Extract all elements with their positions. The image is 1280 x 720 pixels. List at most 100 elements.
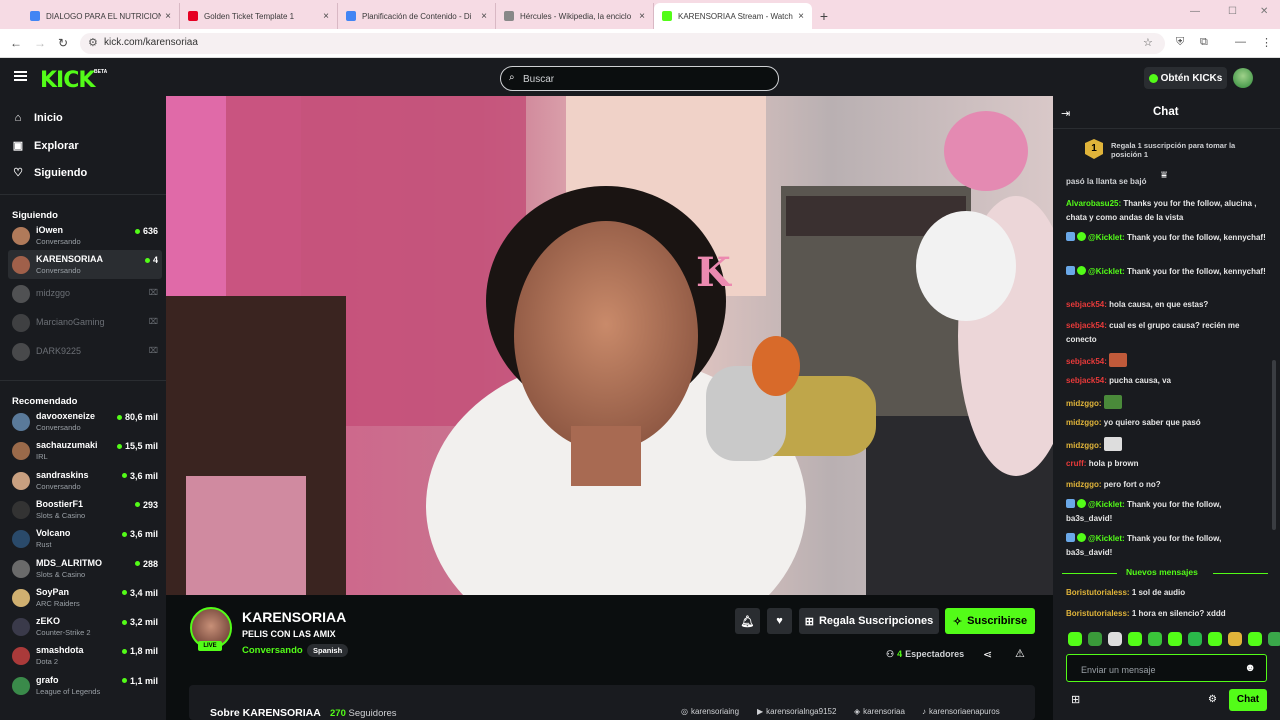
quick-emote-icon[interactable] [1228,632,1242,646]
chat-username[interactable]: @Kicklet: [1088,233,1125,242]
close-window-icon[interactable]: ✕ [1260,6,1268,17]
forward-icon[interactable]: → [34,36,46,50]
chat-message[interactable]: midzggo: [1066,395,1268,411]
chat-message[interactable]: midzggo: [1066,437,1268,453]
quick-emote-icon[interactable] [1148,632,1162,646]
follow-heart-button[interactable]: ♥ [767,608,792,634]
close-tab-icon[interactable]: × [639,11,645,22]
sidebar-recommended-volcano[interactable]: Volcano Rust 3,6 mil [8,524,162,553]
chat-username[interactable]: Boristutorialess: [1066,609,1130,618]
kick-logo[interactable]: KICK [40,68,95,93]
collapse-chat-icon[interactable]: ⇥ [1061,107,1070,120]
chat-username[interactable]: @Kicklet: [1088,534,1125,543]
close-tab-icon[interactable]: × [481,11,487,22]
chat-gift-icon[interactable]: ⊞ [1071,693,1080,706]
chat-message[interactable]: Boristutorialess: 1 hora en silencio? xd… [1066,607,1268,621]
hamburger-icon[interactable] [14,71,27,81]
chat-username[interactable]: sebjack54: [1066,376,1107,385]
browser-tab[interactable]: DIALOGO PARA EL NUTRICIONI × [22,3,180,29]
quick-emote-icon[interactable] [1188,632,1202,646]
chat-username[interactable]: midzggo: [1066,418,1102,427]
chat-message[interactable]: midzggo: yo quiero saber que pasó [1066,416,1268,430]
quick-emote-icon[interactable] [1088,632,1102,646]
chat-message[interactable]: @Kicklet: Thank you for the follow, ba3s… [1066,532,1268,559]
quick-emote-icon[interactable] [1128,632,1142,646]
quick-emote-icon[interactable] [1248,632,1262,646]
search-input[interactable]: ⌕ Buscar [500,66,779,91]
close-tab-icon[interactable]: × [798,11,804,22]
chat-message[interactable]: @Kicklet: Thank you for the follow, ba3s… [1066,498,1268,525]
quick-emote-icon[interactable] [1068,632,1082,646]
social-link-discord[interactable]: ◈ karensoriaa [854,707,905,716]
chat-message[interactable]: sebjack54: pucha causa, va [1066,374,1268,388]
channel-name[interactable]: KARENSORIAA [242,609,346,625]
minimize-icon[interactable]: — [1190,6,1200,17]
shield-icon[interactable]: ⛨ [1176,36,1184,49]
social-link-tiktok[interactable]: ♪ karensoriaenapuros [922,707,1000,716]
quick-emote-icon[interactable] [1268,632,1280,646]
bookmark-star-icon[interactable]: ☆ [1143,36,1153,49]
chat-username[interactable]: midzggo: [1066,441,1102,450]
chat-message[interactable]: cruff: hola p brown [1066,457,1268,471]
reload-icon[interactable]: ↻ [58,36,68,50]
sidebar-channel-karensoriaa[interactable]: KARENSORIAA Conversando 4 [8,250,162,279]
chat-username[interactable]: @Kicklet: [1088,500,1125,509]
browser-tab[interactable]: Hércules - Wikipedia, la enciclo × [496,3,654,29]
chat-username[interactable]: midzggo: [1066,480,1102,489]
chat-message[interactable]: sebjack54: hola causa, en que estas? [1066,298,1268,312]
sidebar-recommended-smashdota[interactable]: smashdota Dota 2 1,8 mil [8,641,162,670]
new-tab-icon[interactable]: + [812,3,836,29]
close-tab-icon[interactable]: × [323,11,329,22]
browser-tab[interactable]: Golden Ticket Template 1 × [180,3,338,29]
social-link-youtube[interactable]: ▶ karensorialnga9152 [757,707,836,716]
chat-message[interactable]: sebjack54: [1066,353,1268,369]
share-icon[interactable]: ⋖ [983,648,992,661]
chat-username[interactable]: sebjack54: [1066,357,1107,366]
subscribe-button[interactable]: ✧ Suscribirse [945,608,1035,634]
sidebar-recommended-mds_alritmo[interactable]: MDS_ALRITMO Slots & Casino 288 [8,554,162,583]
new-messages-divider[interactable]: Nuevos mensajes [1062,566,1268,580]
chat-message[interactable]: @Kicklet: Thank you for the follow, kenn… [1066,231,1268,245]
emoji-picker-icon[interactable]: ☻ [1244,662,1256,674]
chat-message[interactable]: Alvarobasu25: Thanks you for the follow,… [1066,197,1268,224]
stream-category[interactable]: Conversando [242,645,303,656]
back-icon[interactable]: ← [10,36,22,50]
sidebar-recommended-sandraskins[interactable]: sandraskins Conversando 3,6 mil [8,466,162,495]
sidebar-nav-siguiendo[interactable]: ♡ Siguiendo [12,166,87,180]
chat-username[interactable]: cruff: [1066,459,1086,468]
chat-scrollbar[interactable] [1272,360,1276,530]
sidebar-channel-marcianogaming[interactable]: MarcianoGaming ⌧ [8,308,162,337]
chat-username[interactable]: sebjack54: [1066,321,1107,330]
sidebar-channel-midzggo[interactable]: midzggo ⌧ [8,279,162,308]
chat-username[interactable]: midzggo: [1066,399,1102,408]
gift-subs-button[interactable]: ⊞ Regala Suscripciones [799,608,939,634]
sidebar-recommended-grafo[interactable]: grafo League of Legends 1,1 mil [8,671,162,700]
sidebar-channel-iowen[interactable]: iOwen Conversando 636 [8,221,162,250]
chat-username[interactable]: Boristutorialess: [1066,588,1130,597]
report-warning-icon[interactable]: ⚠ [1015,647,1025,660]
maximize-icon[interactable]: ☐ [1228,6,1237,17]
quick-emote-icon[interactable] [1208,632,1222,646]
sidebar-recommended-davooxeneize[interactable]: davooxeneize Conversando 80,6 mil [8,407,162,436]
quick-emote-icon[interactable] [1168,632,1182,646]
send-chat-button[interactable]: Chat [1229,689,1267,711]
chat-message[interactable]: sebjack54: cual es el grupo causa? recié… [1066,319,1268,346]
quick-emote-icon[interactable] [1108,632,1122,646]
chat-username[interactable]: Alvarobasu25: [1066,199,1121,208]
notification-bell-button[interactable]: 🔔︎ [735,608,760,634]
chat-settings-icon[interactable]: ⚙ [1208,694,1217,705]
sidebar-recommended-zeko[interactable]: zEKO Counter-Strike 2 3,2 mil [8,612,162,641]
site-info-icon[interactable]: ⚙ [88,36,98,49]
close-tab-icon[interactable]: × [165,11,171,22]
browser-tab[interactable]: Planificación de Contenido - Di × [338,3,496,29]
get-kicks-button[interactable]: Obtén KICKs [1144,67,1227,89]
language-tag[interactable]: Spanish [307,644,349,657]
social-link-instagram[interactable]: ◎ karensoriaing [681,707,739,716]
chat-message-input[interactable]: Enviar un mensaje ☻ [1066,654,1267,682]
video-player[interactable]: K [166,96,1053,595]
sidebar-nav-inicio[interactable]: ⌂ Inicio [12,112,63,124]
browser-tab[interactable]: KARENSORIAA Stream - Watch × [654,3,812,29]
user-avatar[interactable] [1233,68,1253,88]
chat-message[interactable]: @Kicklet: Thank you for the follow, kenn… [1066,265,1268,279]
sidebar-recommended-soypan[interactable]: SoyPan ARC Raiders 3,4 mil [8,583,162,612]
